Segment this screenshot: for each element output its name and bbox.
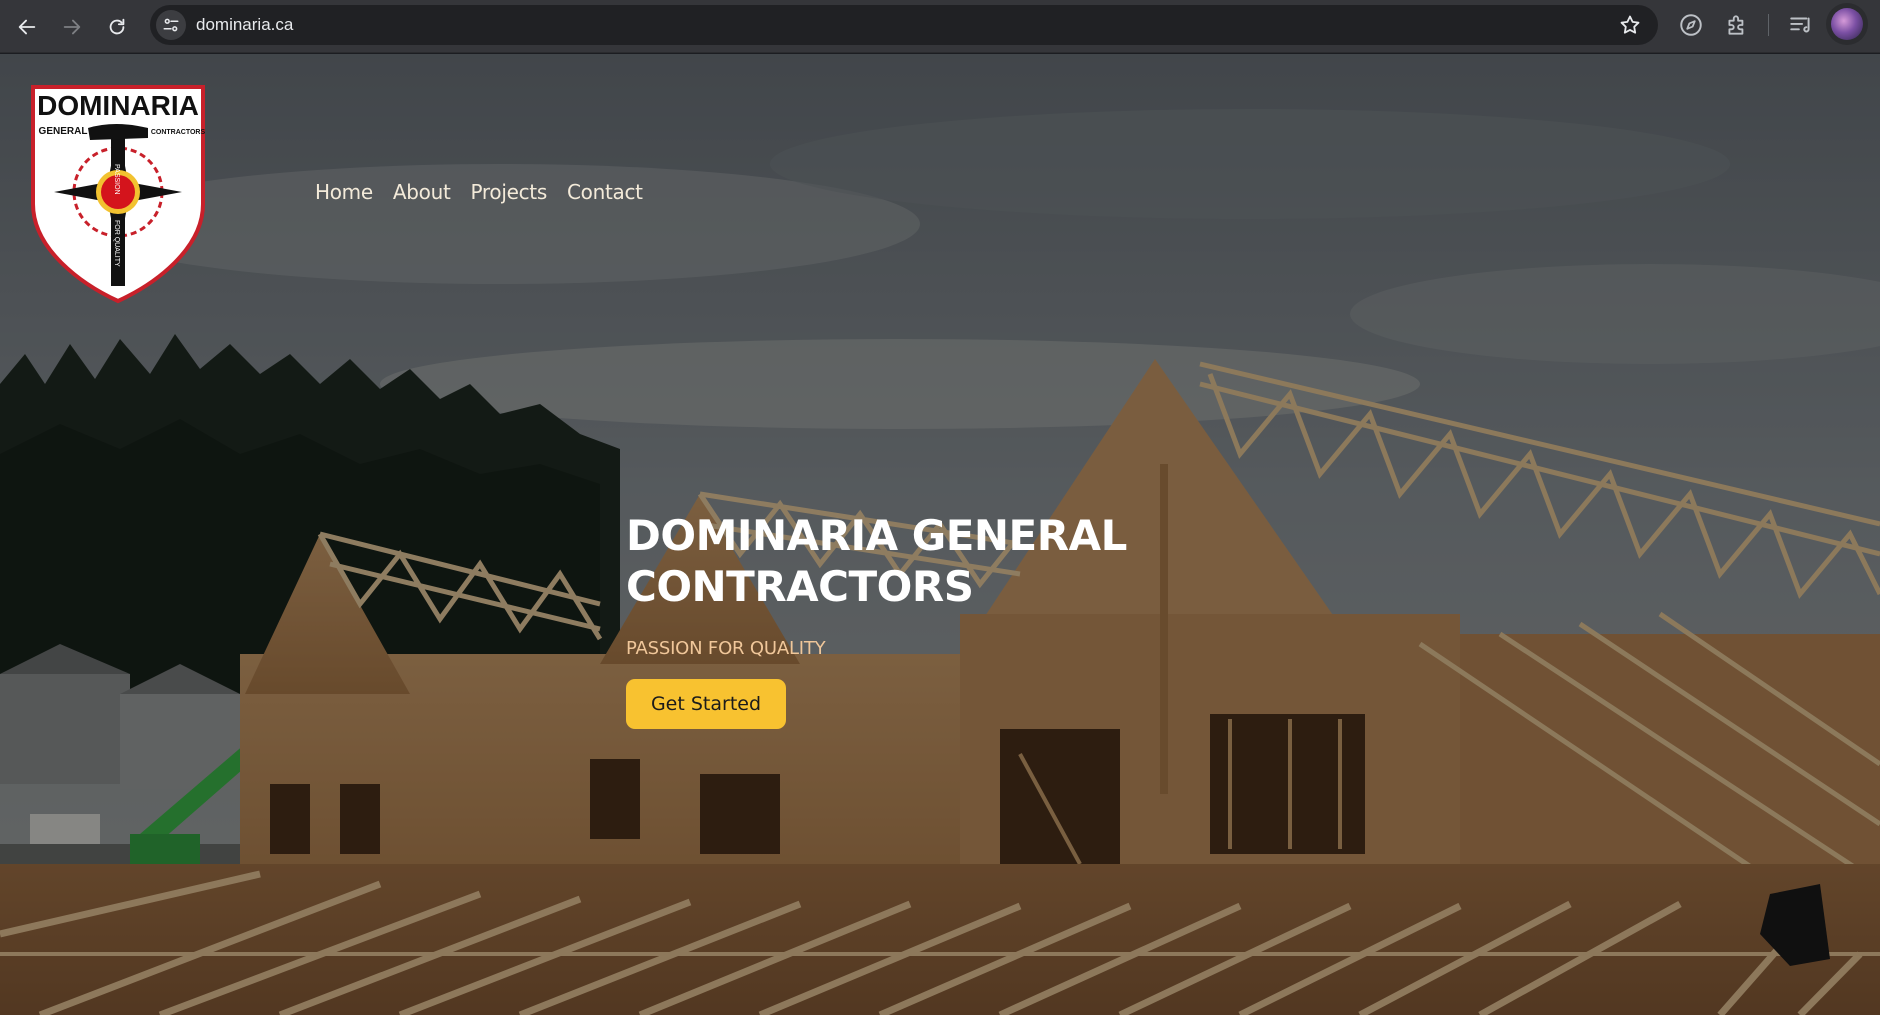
browser-toolbar: dominaria.ca: [0, 0, 1880, 53]
avatar: [1831, 8, 1863, 40]
address-bar[interactable]: dominaria.ca: [150, 5, 1658, 45]
arrow-left-icon: [18, 19, 36, 35]
arrow-right-icon: [63, 19, 81, 35]
compass-icon[interactable]: [1678, 12, 1704, 38]
nav-link-contact[interactable]: Contact: [567, 180, 643, 204]
hero-section: DOMINARIA GENERAL CONTRACTORS PASSION FO…: [0, 54, 1880, 1015]
nav-link-home[interactable]: Home: [315, 180, 373, 204]
logo-handle-bottom: FOR QUALITY: [113, 220, 120, 267]
toolbar-divider: [1768, 14, 1769, 36]
profile-button[interactable]: [1826, 3, 1868, 45]
nav-link-projects[interactable]: Projects: [471, 180, 548, 204]
star-icon[interactable]: [1618, 13, 1642, 37]
url-text[interactable]: dominaria.ca: [196, 15, 293, 35]
get-started-button[interactable]: Get Started: [626, 679, 786, 729]
site-info-button[interactable]: [156, 10, 186, 40]
extensions-icon[interactable]: [1724, 12, 1750, 38]
hero-title-line1: DOMINARIA GENERAL: [626, 511, 1127, 560]
tune-icon: [163, 18, 179, 32]
logo-handle-top: PASSION: [113, 164, 120, 195]
hero-content: DOMINARIA GENERAL CONTRACTORS PASSION FO…: [626, 510, 1326, 729]
hero-tagline: PASSION FOR QUALITY: [626, 638, 826, 659]
logo-right-word: CONTRACTORS: [151, 129, 206, 136]
logo-left-word: GENERAL: [39, 126, 88, 137]
dominaria-logo[interactable]: DOMINARIA GENERAL CONTRACTORS PASSION FO…: [30, 84, 206, 304]
reload-button[interactable]: [99, 9, 135, 45]
reload-icon: [109, 18, 125, 35]
reading-list-icon[interactable]: [1788, 12, 1814, 38]
logo-wordmark: DOMINARIA: [37, 90, 199, 121]
forward-button[interactable]: [54, 9, 90, 45]
hero-title: DOMINARIA GENERAL CONTRACTORS: [626, 510, 1326, 612]
nav-link-about[interactable]: About: [393, 180, 451, 204]
hero-title-line2: CONTRACTORS: [626, 562, 974, 611]
back-button[interactable]: [9, 9, 45, 45]
main-nav: Home About Projects Contact: [315, 180, 643, 204]
